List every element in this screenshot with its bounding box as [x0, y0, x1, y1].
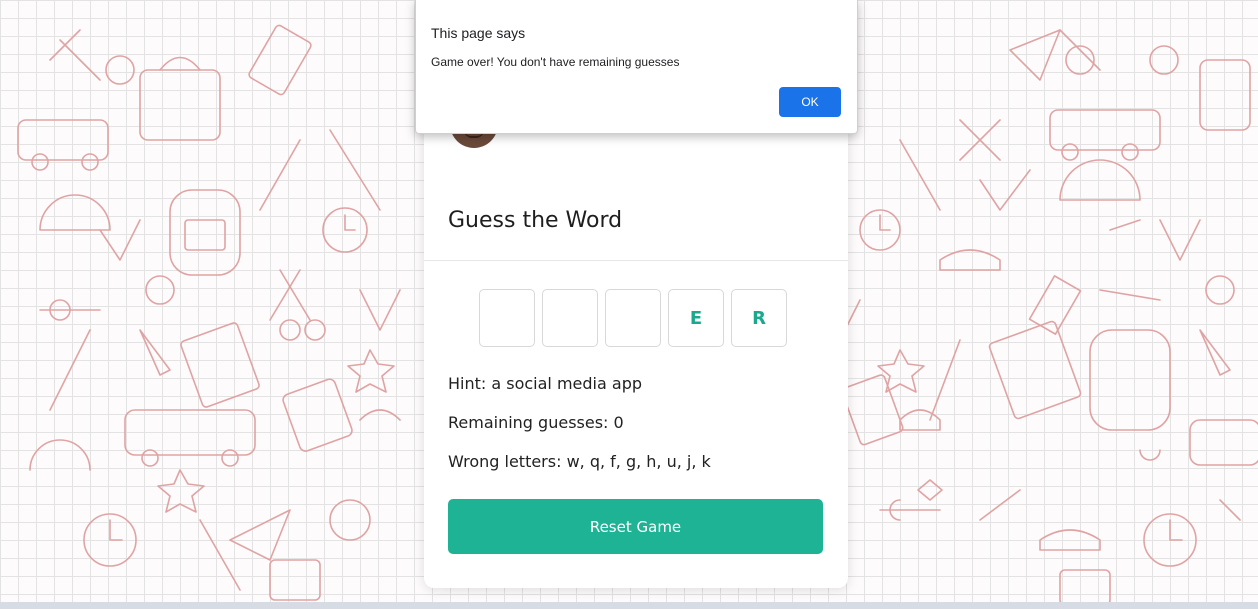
game-card: Guess the Word E R Hint: a social media …	[424, 80, 848, 588]
reset-game-button[interactable]: Reset Game	[448, 499, 823, 554]
ok-button[interactable]: OK	[779, 87, 841, 117]
dialog-message: Game over! You don't have remaining gues…	[431, 55, 680, 69]
hint-text: Hint: a social media app	[448, 374, 642, 393]
dialog-title: This page says	[431, 25, 526, 41]
letter-tile	[542, 289, 598, 347]
wrong-letters: Wrong letters: w, q, f, g, h, u, j, k	[448, 452, 711, 471]
letter-tile: E	[668, 289, 724, 347]
game-title: Guess the Word	[448, 208, 623, 233]
alert-dialog: This page says Game over! You don't have…	[415, 0, 858, 134]
title-divider	[424, 260, 848, 261]
remaining-guesses: Remaining guesses: 0	[448, 413, 624, 432]
letter-tile	[605, 289, 661, 347]
letter-tile	[479, 289, 535, 347]
letter-tile: R	[731, 289, 787, 347]
window-bottom-strip	[0, 602, 1258, 609]
